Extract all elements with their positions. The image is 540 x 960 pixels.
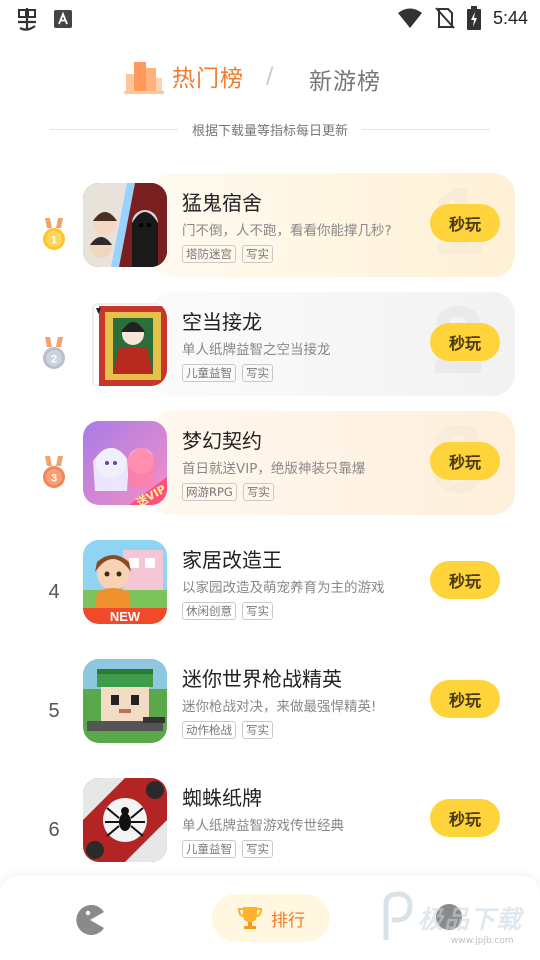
game-row-1[interactable]: 1 1 猛鬼宿舍 门不倒，人不跑，看看你能撑几秒? 塔防迷宫 写实 xyxy=(0,168,540,287)
ranking-tabs: 热门榜 / 新游榜 xyxy=(0,58,540,102)
tag-list: 休闲创意 写实 xyxy=(182,602,273,620)
rank-number: 2 xyxy=(51,354,57,366)
tag-list: 儿童益智 写实 xyxy=(182,840,273,858)
tag: 写实 xyxy=(242,840,273,858)
watermark-text: 极品下载 xyxy=(418,905,523,934)
bug-app-icon xyxy=(18,8,36,31)
nav-ranking[interactable]: 排行 xyxy=(212,894,330,942)
rank-badge: 3 xyxy=(40,451,68,495)
tag-list: 儿童益智 写实 xyxy=(182,364,273,382)
instant-play-button[interactable]: 秒玩 xyxy=(430,799,500,837)
nav-ranking-label: 排行 xyxy=(271,910,305,931)
tag: 塔防迷宫 xyxy=(182,245,236,263)
nav-games[interactable] xyxy=(74,904,106,936)
clock: 5:44 xyxy=(492,7,528,28)
divider xyxy=(50,128,178,130)
rank-badge: 5 xyxy=(40,689,68,733)
icon-new-label: NEW xyxy=(110,609,141,624)
game-row-5[interactable]: 5 迷你世界枪战精英 迷你枪战对决，来做最强悍精英! 动作枪战 写实 秒玩 xyxy=(0,659,540,763)
rank-number: 4 xyxy=(48,580,60,603)
tag: 儿童益智 xyxy=(182,364,236,382)
game-title[interactable]: 家居改造王 xyxy=(182,544,282,573)
game-description: 门不倒，人不跑，看看你能撑几秒? xyxy=(182,223,392,239)
game-icon-miniworld-gun-elite[interactable] xyxy=(83,659,167,743)
game-description: 单人纸牌益智游戏传世经典 xyxy=(182,818,344,834)
status-bar: 5:44 xyxy=(0,0,540,38)
game-icon-mengguisushe[interactable] xyxy=(83,183,167,267)
game-description: 单人纸牌益智之空当接龙 xyxy=(182,342,331,358)
tag: 写实 xyxy=(242,245,273,263)
game-description: 以家园改造及萌宠养育为主的游戏 xyxy=(182,580,385,596)
battery-charging-icon xyxy=(466,6,481,30)
instant-play-button[interactable]: 秒玩 xyxy=(430,323,500,361)
no-sim-icon xyxy=(435,7,455,29)
game-icon-menghuanqiyue[interactable]: 送VIP xyxy=(83,421,167,505)
tab-hot-label: 热门榜 xyxy=(172,66,244,92)
building-icon xyxy=(124,62,164,94)
tag: 写实 xyxy=(242,364,273,382)
tag: 休闲创意 xyxy=(182,602,236,620)
tag: 写实 xyxy=(242,721,273,739)
tag: 动作枪战 xyxy=(182,721,236,739)
rank-badge: 2 xyxy=(40,332,68,376)
instant-play-button[interactable]: 秒玩 xyxy=(430,204,500,242)
game-icon-kongdangjielong[interactable] xyxy=(83,302,167,386)
update-note: 根据下载量等指标每日更新 xyxy=(50,118,491,140)
tag-list: 动作枪战 写实 xyxy=(182,721,273,739)
rank-number: 5 xyxy=(48,699,60,722)
divider xyxy=(362,128,491,130)
game-row-2[interactable]: 2 2 空当接龙 单人纸牌益智之空当接龙 儿童益智 写实 秒玩 xyxy=(0,287,540,406)
game-title[interactable]: 梦幻契约 xyxy=(182,425,262,454)
rank-number: 6 xyxy=(48,818,60,841)
tab-new[interactable]: 新游榜 xyxy=(309,62,381,96)
tag: 网游RPG xyxy=(182,483,237,501)
trophy-icon xyxy=(237,907,263,929)
watermark-url: www.jpjb.com xyxy=(451,936,514,946)
wifi-icon xyxy=(397,8,422,28)
rank-badge: 1 xyxy=(40,213,68,257)
tab-hot[interactable]: 热门榜 xyxy=(124,58,244,94)
font-a-icon xyxy=(54,10,72,28)
tag-list: 塔防迷宫 写实 xyxy=(182,245,273,263)
game-row-3[interactable]: 3 3 送VIP 梦幻契约 首日就送 xyxy=(0,406,540,525)
instant-play-button[interactable]: 秒玩 xyxy=(430,442,500,480)
rank-badge: 6 xyxy=(40,808,68,852)
tab-separator: / xyxy=(266,64,274,89)
bronze-medal-icon: 3 xyxy=(43,456,65,488)
rank-badge: 4 xyxy=(40,570,68,614)
update-note-text: 根据下载量等指标每日更新 xyxy=(192,123,349,139)
gold-medal-icon: 1 xyxy=(43,218,65,250)
instant-play-button[interactable]: 秒玩 xyxy=(430,680,500,718)
game-row-4[interactable]: 4 NEW 家居改造王 以家园改造及萌宠养育为主的游戏 休闲创意 写实 秒玩 xyxy=(0,540,540,644)
game-icon-jiajugaizaowang[interactable]: NEW xyxy=(83,540,167,624)
game-description: 迷你枪战对决，来做最强悍精英! xyxy=(182,699,377,715)
pacman-icon xyxy=(76,905,104,935)
rank-number: 1 xyxy=(51,235,57,247)
game-title[interactable]: 迷你世界枪战精英 xyxy=(182,663,342,692)
game-title[interactable]: 空当接龙 xyxy=(182,306,262,335)
instant-play-button[interactable]: 秒玩 xyxy=(430,561,500,599)
game-icon-spider-solitaire[interactable] xyxy=(83,778,167,862)
game-description: 首日就送VIP，绝版神装只靠爆 xyxy=(182,461,366,477)
game-title[interactable]: 猛鬼宿舍 xyxy=(182,187,262,216)
tag: 写实 xyxy=(242,602,273,620)
tag: 写实 xyxy=(242,483,274,501)
rank-number: 3 xyxy=(51,473,57,485)
tag-list: 网游RPG 写实 xyxy=(182,483,274,501)
watermark-logo-icon xyxy=(383,891,413,940)
game-row-6[interactable]: 6 蜘蛛纸牌 单人纸牌益智游戏传世经典 儿童益智 写实 秒玩 xyxy=(0,778,540,882)
tag: 儿童益智 xyxy=(182,840,236,858)
silver-medal-icon: 2 xyxy=(43,337,65,369)
game-title[interactable]: 蜘蛛纸牌 xyxy=(182,782,262,811)
